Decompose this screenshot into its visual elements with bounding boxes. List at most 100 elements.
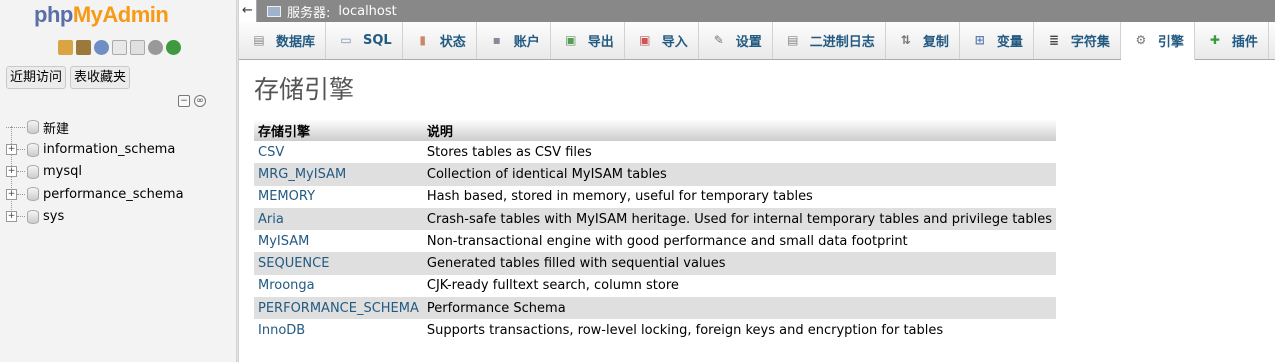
help-icon[interactable]	[94, 40, 109, 55]
engine-link[interactable]: MRG_MyISAM	[254, 163, 423, 186]
settings-icon[interactable]	[148, 40, 163, 55]
users-icon: ▪	[492, 33, 501, 47]
tree-connector-line	[17, 171, 25, 173]
tab-binlog[interactable]: ▤ 二进制日志	[773, 22, 886, 59]
engine-description: Generated tables filled with sequential …	[422, 252, 1056, 275]
table-header-row: 存储引擎 说明	[254, 119, 1056, 141]
tab-charset[interactable]: ≣ 字符集	[1034, 22, 1121, 59]
column-header-engine: 存储引擎	[254, 119, 423, 141]
tab-label: 插件	[1231, 35, 1258, 50]
wrench-icon: ✎	[713, 33, 724, 47]
engine-description: Hash based, stored in memory, useful for…	[422, 185, 1056, 208]
engine-description: Performance Schema	[422, 297, 1056, 320]
sql-icon: ▭	[340, 33, 352, 47]
tree-connector-line	[17, 216, 25, 218]
reload-icon[interactable]	[166, 40, 181, 55]
expand-icon[interactable]: +	[6, 188, 17, 200]
tab-engine[interactable]: ⚙ 引擎	[1120, 22, 1195, 60]
replication-icon: ⇅	[900, 33, 911, 47]
table-row: MEMORY Hash based, stored in memory, usef…	[254, 185, 1056, 208]
engine-description: CJK-ready fulltext search, column store	[422, 274, 1056, 298]
engine-link[interactable]: MyISAM	[254, 230, 423, 253]
logo-text-myadmin: MyAdmin	[72, 2, 169, 27]
database-icon	[27, 142, 39, 157]
table-row: InnoDB Supports transactions, row-level l…	[254, 319, 1056, 342]
home-icon[interactable]	[58, 40, 73, 55]
tree-connector-line	[17, 193, 25, 195]
engine-description: Stores tables as CSV files	[422, 141, 1056, 164]
tab-users[interactable]: ▪ 账户	[477, 22, 551, 59]
docs-icon[interactable]	[112, 40, 127, 55]
tree-item-sys[interactable]: + sys	[6, 206, 184, 228]
phpmyadmin-logo[interactable]: phpMyAdmin	[34, 2, 169, 28]
tree-item-performance-schema[interactable]: + performance_schema	[6, 183, 184, 205]
database-icon	[27, 187, 39, 202]
tree-item-label[interactable]: performance_schema	[43, 187, 184, 202]
database-icon	[27, 164, 39, 179]
engine-description: Non-transactional engine with good perfo…	[422, 230, 1056, 253]
tab-label: 导入	[661, 35, 688, 50]
tab-export[interactable]: ▣ 导出	[551, 22, 625, 59]
tree-item-label[interactable]: information_schema	[43, 142, 175, 157]
new-database-icon	[27, 120, 39, 135]
tab-label: 账户	[513, 35, 540, 50]
tree-item-information-schema[interactable]: + information_schema	[6, 138, 184, 160]
database-tree: 新建 + information_schema + mysql + perfor…	[6, 116, 184, 228]
expand-icon[interactable]: +	[6, 166, 17, 178]
server-link[interactable]: localhost	[338, 4, 396, 19]
copy-icon[interactable]	[130, 40, 145, 55]
tab-label: 复制	[922, 35, 949, 50]
navigation-panel: phpMyAdmin 近期访问 表收藏夹 − ∞ 新建 + informatio…	[0, 0, 236, 362]
column-header-description: 说明	[422, 119, 1056, 141]
tree-item-label[interactable]: mysql	[43, 164, 82, 179]
tab-import[interactable]: ▣ 导入	[625, 22, 699, 59]
engine-link[interactable]: Mroonga	[254, 274, 423, 298]
engine-link[interactable]: PERFORMANCE_SCHEMA	[254, 297, 423, 320]
expand-icon[interactable]: +	[6, 144, 17, 156]
table-row: Aria Crash-safe tables with MyISAM herita…	[254, 207, 1056, 231]
tab-plugin[interactable]: ✚ 插件	[1195, 22, 1269, 59]
charset-icon: ≣	[1048, 33, 1059, 47]
tree-connector-line	[6, 126, 25, 128]
variables-icon: ⊞	[974, 33, 985, 47]
tab-replication[interactable]: ⇅ 复制	[886, 22, 960, 59]
engine-link[interactable]: CSV	[254, 141, 423, 164]
tree-item-label[interactable]: 新建	[43, 118, 69, 137]
collapse-all-icon[interactable]: −	[178, 95, 190, 107]
status-icon: ▮	[419, 33, 427, 47]
table-row: SEQUENCE Generated tables filled with seq…	[254, 252, 1056, 275]
page-title: 存储引擎	[254, 75, 355, 104]
engine-description: Crash-safe tables with MyISAM heritage. …	[422, 207, 1056, 231]
expand-icon[interactable]: +	[6, 211, 17, 223]
tree-item-new[interactable]: 新建	[6, 116, 184, 138]
table-row: CSV Stores tables as CSV files	[254, 141, 1056, 164]
engine-description: Supports transactions, row-level locking…	[422, 319, 1056, 342]
tab-label: 设置	[735, 35, 762, 50]
tab-label: 变量	[996, 35, 1023, 50]
tab-wrench[interactable]: ✎ 设置	[699, 22, 773, 59]
collapse-nav-icon[interactable]: ←	[239, 0, 257, 22]
tab-database[interactable]: ▤ 数据库	[239, 22, 327, 59]
link-with-main-icon[interactable]: ∞	[194, 95, 206, 107]
tree-item-mysql[interactable]: + mysql	[6, 161, 184, 183]
engine-icon: ⚙	[1135, 33, 1147, 47]
tab-label: 状态	[439, 35, 466, 50]
server-label: 服务器:	[287, 5, 331, 21]
exit-icon[interactable]	[76, 40, 91, 55]
table-row: MyISAM Non-transactional engine with good…	[254, 230, 1056, 253]
tab-label: 引擎	[1157, 35, 1184, 50]
engine-link[interactable]: MEMORY	[254, 185, 423, 208]
recent-tables-button[interactable]: 近期访问	[6, 66, 67, 89]
table-row: Mroonga CJK-ready fulltext search, column…	[254, 274, 1056, 298]
engine-link[interactable]: Aria	[254, 207, 423, 231]
favorite-tables-button[interactable]: 表收藏夹	[70, 66, 131, 89]
engine-link[interactable]: InnoDB	[254, 319, 423, 342]
database-icon	[27, 209, 39, 224]
tab-status[interactable]: ▮ 状态	[403, 22, 477, 59]
tree-item-label[interactable]: sys	[43, 209, 64, 224]
server-breadcrumb-bar: ← 服务器: localhost	[239, 0, 1275, 22]
tab-variables[interactable]: ⊞ 变量	[960, 22, 1034, 59]
export-icon: ▣	[565, 33, 577, 47]
tab-sql[interactable]: ▭ SQL	[326, 22, 403, 59]
engine-link[interactable]: SEQUENCE	[254, 252, 423, 275]
